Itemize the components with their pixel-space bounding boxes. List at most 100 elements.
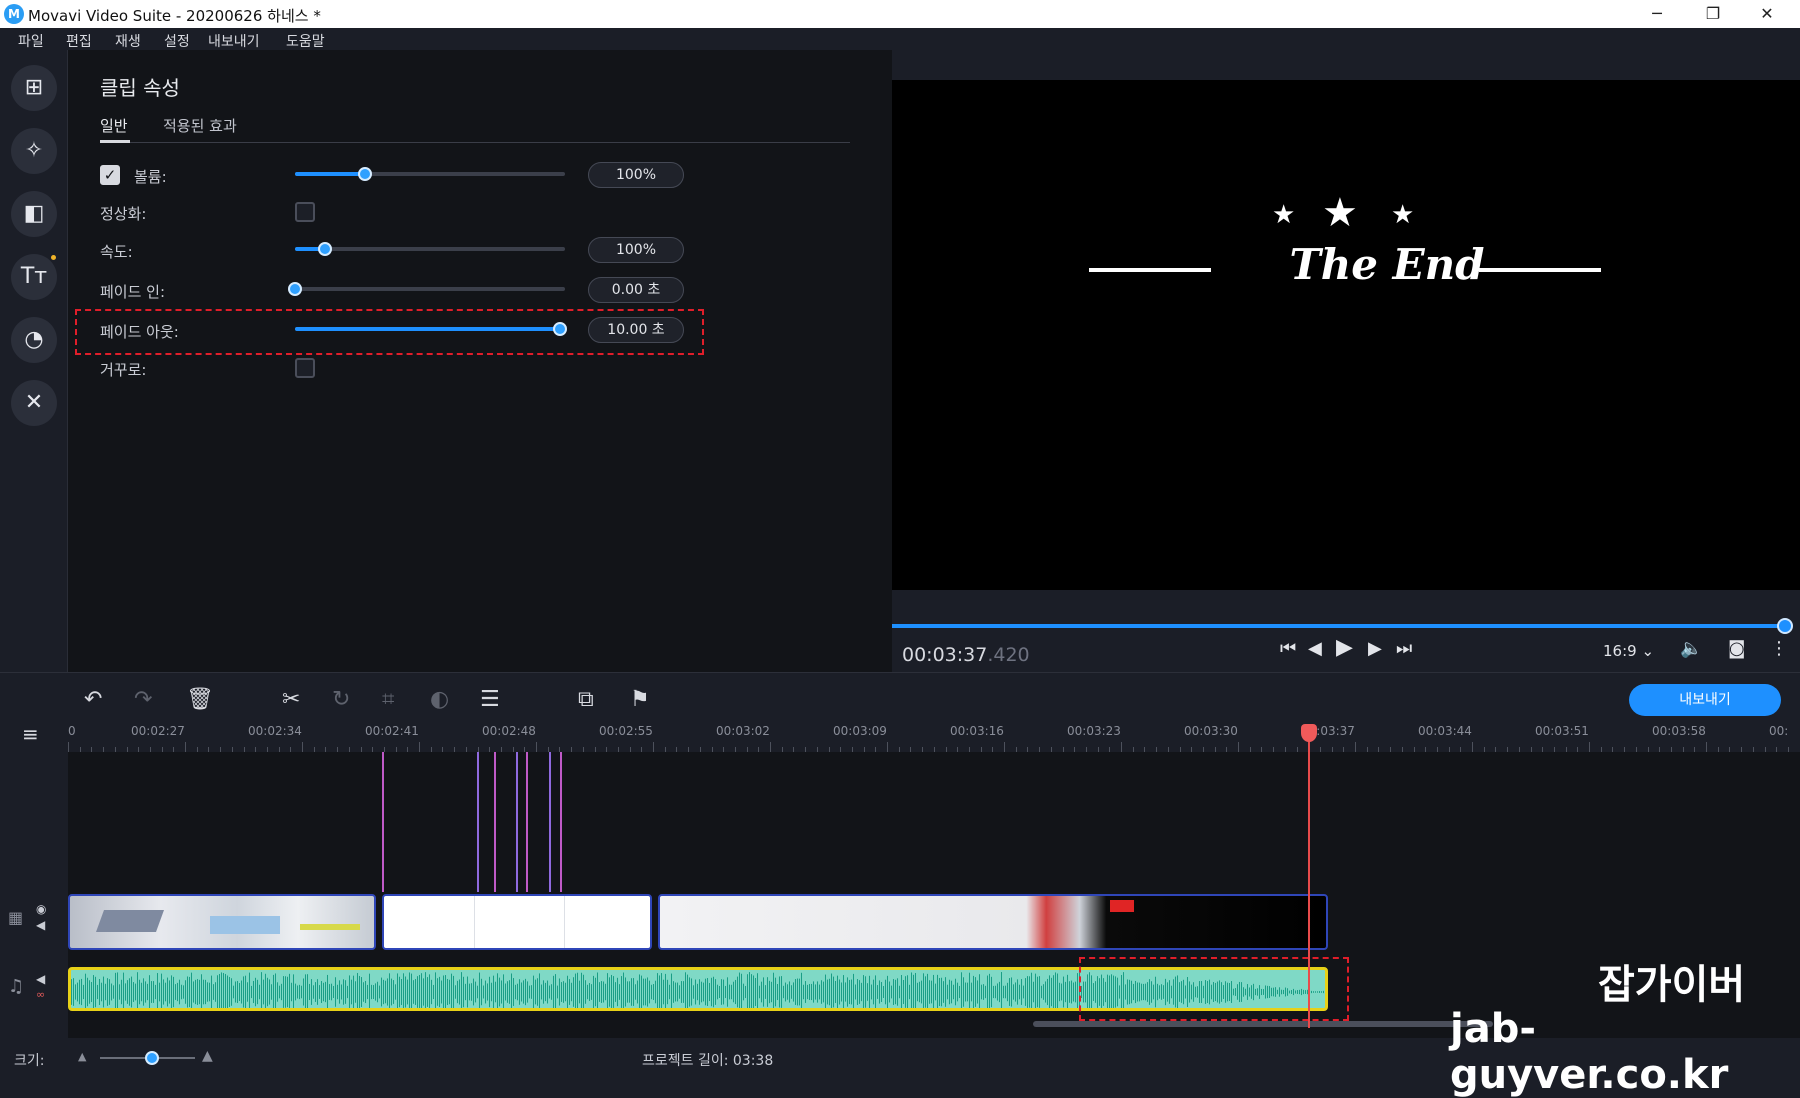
waveform-bar: [611, 975, 612, 1009]
more-menu-icon[interactable]: ⋮: [1770, 638, 1788, 659]
fade-in-slider[interactable]: [295, 287, 565, 291]
redo-icon[interactable]: ↷: [134, 687, 152, 712]
clip-properties-icon[interactable]: ☰: [480, 687, 500, 712]
maximize-button[interactable]: ❐: [1688, 2, 1738, 26]
waveform-bar: [627, 981, 628, 1002]
waveform-bar: [839, 979, 840, 1004]
menu-playback[interactable]: 재생: [115, 31, 141, 51]
video-clip[interactable]: [382, 894, 652, 950]
waveform-bar: [1047, 979, 1048, 1005]
minimize-button[interactable]: ─: [1632, 2, 1682, 26]
fade-out-slider-knob[interactable]: [553, 322, 567, 336]
transitions-icon[interactable]: ◧: [11, 191, 57, 237]
waveform-bar: [547, 981, 548, 1004]
aspect-ratio-select[interactable]: 16:9 ⌄: [1603, 642, 1654, 660]
playhead-handle[interactable]: [1301, 724, 1317, 742]
video-clip[interactable]: [68, 894, 376, 950]
prev-frame-icon[interactable]: ◀: [1308, 638, 1322, 659]
playhead-line: [1308, 732, 1310, 1028]
ruler-label: 00:02:41: [365, 724, 419, 738]
overlay-icon[interactable]: ⧉: [578, 687, 594, 712]
visibility-icon[interactable]: ◉: [36, 902, 46, 916]
split-icon[interactable]: ✂: [282, 687, 300, 712]
delete-icon[interactable]: 🗑: [186, 687, 214, 712]
zoom-in-icon[interactable]: ▲: [202, 1048, 213, 1064]
audio-link-icon[interactable]: ∞: [36, 988, 45, 1001]
waveform-bar: [939, 978, 940, 1006]
waveform-bar: [171, 975, 172, 1008]
speed-slider-knob[interactable]: [318, 242, 332, 256]
waveform-bar: [831, 974, 832, 1011]
zoom-out-icon[interactable]: ▲: [78, 1050, 86, 1063]
volume-icon[interactable]: 🔈: [1680, 638, 1702, 659]
tools-icon[interactable]: ✕: [11, 380, 57, 426]
rotate-icon[interactable]: ↻: [332, 687, 350, 712]
menu-export[interactable]: 내보내기: [208, 31, 260, 51]
undo-icon[interactable]: ↶: [84, 687, 102, 712]
waveform-bar: [1071, 981, 1072, 1004]
music-note-icon: ♫: [8, 976, 24, 997]
waveform-bar: [401, 979, 402, 1005]
skip-end-icon[interactable]: ⏭: [1396, 638, 1412, 659]
menu-edit[interactable]: 편집: [66, 31, 92, 51]
snapshot-icon[interactable]: ◙: [1728, 638, 1745, 659]
waveform-bar: [683, 981, 684, 1003]
crop-icon[interactable]: ⌗: [382, 687, 394, 712]
tab-general[interactable]: 일반: [100, 115, 128, 136]
ruler-tick: [1589, 742, 1590, 752]
waveform-bar: [555, 974, 556, 1010]
menu-settings[interactable]: 설정: [164, 31, 190, 51]
zoom-slider[interactable]: [100, 1057, 195, 1059]
close-button[interactable]: ✕: [1742, 2, 1792, 26]
volume-value[interactable]: 100%: [588, 162, 684, 188]
skip-start-icon[interactable]: ⏮: [1280, 638, 1296, 659]
waveform-bar: [203, 980, 204, 1005]
waveform-bar: [117, 972, 118, 1011]
marker-flag-icon[interactable]: ⚑: [630, 687, 650, 712]
waveform-bar: [393, 980, 394, 1004]
timeline-toolbar: ↶ ↷ 🗑 ✂ ↻ ⌗ ◐ ☰ ⧉ ⚑ 내보내기: [0, 672, 1800, 728]
waveform-bar: [477, 986, 478, 999]
next-frame-icon[interactable]: ▶: [1368, 638, 1382, 659]
zoom-slider-knob[interactable]: [145, 1051, 159, 1065]
fade-out-value[interactable]: 10.00 초: [588, 317, 684, 343]
color-adjust-icon[interactable]: ◐: [430, 687, 449, 712]
add-track-icon[interactable]: ≡: [22, 722, 39, 746]
stickers-icon[interactable]: ◔: [11, 317, 57, 363]
waveform-bar: [693, 985, 694, 998]
speed-value[interactable]: 100%: [588, 237, 684, 263]
speed-slider[interactable]: [295, 247, 565, 251]
zoom-label: 크기:: [14, 1050, 44, 1070]
normalize-checkbox[interactable]: [295, 202, 315, 222]
audio-mute-icon[interactable]: ◀: [36, 972, 45, 986]
titles-icon[interactable]: Tт: [11, 254, 57, 300]
timeline-scrollbar[interactable]: [1033, 1021, 1493, 1027]
volume-checkbox[interactable]: ✓: [100, 165, 120, 185]
fade-in-value[interactable]: 0.00 초: [588, 277, 684, 303]
waveform-bar: [363, 982, 364, 1002]
ruler-tick: [1121, 742, 1122, 752]
magic-wand-icon[interactable]: ✧: [11, 128, 57, 174]
export-button[interactable]: 내보내기: [1629, 684, 1781, 716]
volume-slider-knob[interactable]: [358, 167, 372, 181]
menu-file[interactable]: 파일: [18, 31, 44, 51]
preview-screen[interactable]: ★ ★ ★ The End: [892, 80, 1800, 590]
ruler-tick: [1706, 742, 1707, 752]
waveform-bar: [767, 977, 768, 1007]
track-mute-icon[interactable]: ◀: [36, 918, 45, 932]
timeline-tracks[interactable]: [68, 752, 1800, 1038]
reverse-checkbox[interactable]: [295, 358, 315, 378]
menu-help[interactable]: 도움말: [286, 31, 325, 51]
waveform-bar: [657, 973, 658, 1011]
fade-in-slider-knob[interactable]: [288, 282, 302, 296]
ruler-tick: [1004, 742, 1005, 752]
tab-applied-effects[interactable]: 적용된 효과: [163, 115, 237, 136]
volume-slider[interactable]: [295, 172, 565, 176]
fade-out-slider[interactable]: [295, 327, 565, 331]
play-icon[interactable]: ▶: [1336, 635, 1353, 660]
preview-progress-bar[interactable]: [892, 624, 1784, 628]
preview-progress-knob[interactable]: [1777, 618, 1793, 634]
video-clip[interactable]: [658, 894, 1328, 950]
timeline-ruler[interactable]: 0 00:02:27 00:02:34 00:02:41 00:02:48 00…: [68, 722, 1800, 752]
import-icon[interactable]: ⊞: [11, 65, 57, 111]
